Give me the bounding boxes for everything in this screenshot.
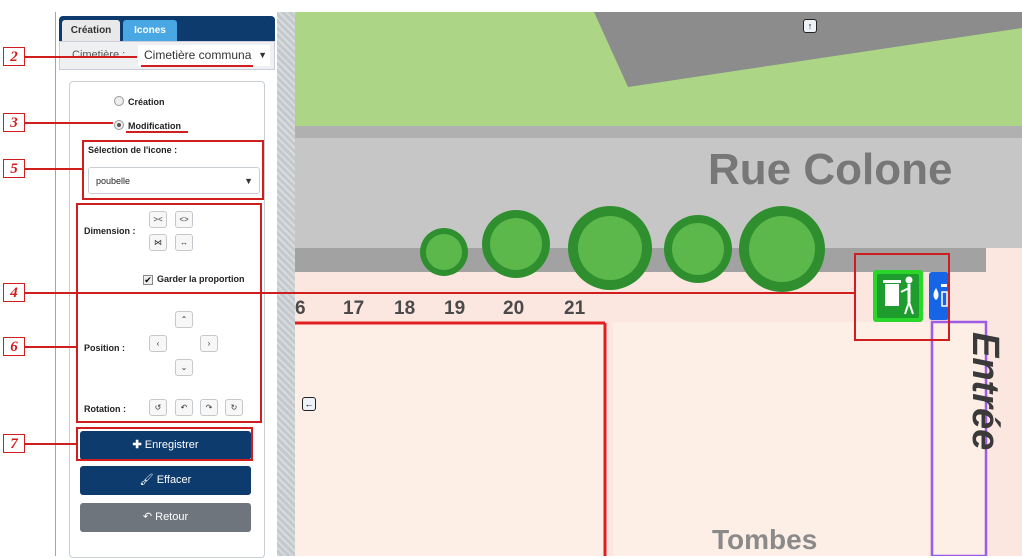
erase-button[interactable]: 🖌 Effacer [80, 466, 251, 495]
keep-proportion-label: Garder la proportion [157, 274, 245, 284]
callout-line-4 [25, 292, 854, 294]
callout-line-6 [25, 346, 76, 348]
rotate-right-button[interactable]: ↷ [200, 399, 218, 416]
sidewalk-top [278, 126, 1022, 138]
move-left-button[interactable]: ‹ [149, 335, 167, 352]
cemetery-select[interactable]: Cimetière communa ▼ [138, 45, 270, 66]
street-name: Rue Colone [708, 145, 953, 194]
plot-number: 17 [343, 298, 365, 319]
expand-width-button[interactable]: <> [175, 211, 193, 228]
tree-icon [664, 215, 732, 283]
expand-height-button[interactable]: ↔ [175, 234, 193, 251]
cemetery-label: Cimetière : [72, 49, 126, 61]
move-right-button[interactable]: › [200, 335, 218, 352]
callout-line-3 [25, 122, 113, 124]
map-canvas [278, 12, 1022, 556]
undo-icon: ↶ [142, 511, 156, 523]
rotation-label: Rotation : [84, 404, 126, 414]
keep-proportion-checkbox[interactable]: ✔ [143, 275, 153, 285]
callout-line-7 [25, 443, 76, 445]
position-label: Position : [84, 343, 125, 353]
back-label: Retour [155, 511, 189, 523]
shrink-height-button[interactable]: ⋈ [149, 234, 167, 251]
rotate-left-button[interactable]: ↶ [175, 399, 193, 416]
cemetery-value: Cimetière communa [144, 48, 252, 62]
save-label: Enregistrer [144, 439, 199, 451]
radio-creation[interactable] [114, 96, 124, 106]
brush-icon: 🖌 [139, 474, 157, 486]
underline-cemetery [141, 65, 253, 67]
back-button[interactable]: ↶ Retour [80, 503, 251, 532]
callout-7: 7 [3, 434, 25, 453]
plot-number: 6 [295, 298, 306, 319]
erase-label: Effacer [156, 474, 192, 486]
icon-selection-label: Sélection de l'icone : [88, 145, 178, 155]
plot-number: 20 [503, 298, 525, 319]
callout-line-2 [25, 56, 137, 58]
plot-number: 21 [564, 298, 586, 319]
radio-creation-label: Création [128, 97, 165, 107]
plot-number: 19 [444, 298, 466, 319]
chevron-down-icon: ▼ [244, 176, 253, 186]
radio-modification[interactable] [114, 120, 124, 130]
icon-select-value: poubelle [96, 176, 131, 186]
tree-icon [739, 206, 825, 292]
rotate-right-full-button[interactable]: ↻ [225, 399, 243, 416]
move-down-button[interactable]: ⌄ [175, 359, 193, 376]
callout-6: 6 [3, 337, 25, 356]
icon-select[interactable]: poubelle ▼ [88, 167, 260, 194]
splitter-handle[interactable] [277, 12, 295, 556]
section-label: Tombes [712, 524, 818, 555]
trash-bin-icon[interactable] [873, 270, 923, 322]
tab-icones[interactable]: Icones [123, 20, 177, 41]
callout-3: 3 [3, 113, 25, 132]
callout-4: 4 [3, 283, 25, 302]
cemetery-map[interactable]: Rue Colone Entrée Tombes 6 17 18 19 20 2… [278, 12, 1022, 556]
save-button[interactable]: ✚ Enregistrer [80, 431, 251, 460]
radio-modification-label: Modification [128, 121, 181, 131]
dimension-label: Dimension : [84, 226, 136, 236]
tree-icon [482, 210, 550, 278]
shrink-width-button[interactable]: >< [149, 211, 167, 228]
plot-area-left [278, 322, 605, 556]
callout-2: 2 [3, 47, 25, 66]
chevron-down-icon: ▼ [258, 50, 267, 60]
plus-icon: ✚ [132, 439, 145, 451]
tree-icon [420, 228, 468, 276]
tree-icon [568, 206, 652, 290]
pan-up-icon[interactable]: ↑ [803, 19, 817, 33]
plot-number: 18 [394, 298, 416, 319]
underline-modification [126, 131, 188, 133]
pan-left-icon[interactable]: ← [302, 397, 316, 411]
tab-creation[interactable]: Création [62, 20, 120, 41]
tab-bar: Création Icones [59, 16, 275, 41]
callout-5: 5 [3, 159, 25, 178]
water-tap-icon[interactable] [929, 272, 949, 320]
rotate-left-full-button[interactable]: ↺ [149, 399, 167, 416]
callout-line-5 [25, 168, 82, 170]
move-up-button[interactable]: ⌃ [175, 311, 193, 328]
entrance-label: Entrée [964, 332, 1006, 451]
plot-area-middle [613, 322, 929, 556]
